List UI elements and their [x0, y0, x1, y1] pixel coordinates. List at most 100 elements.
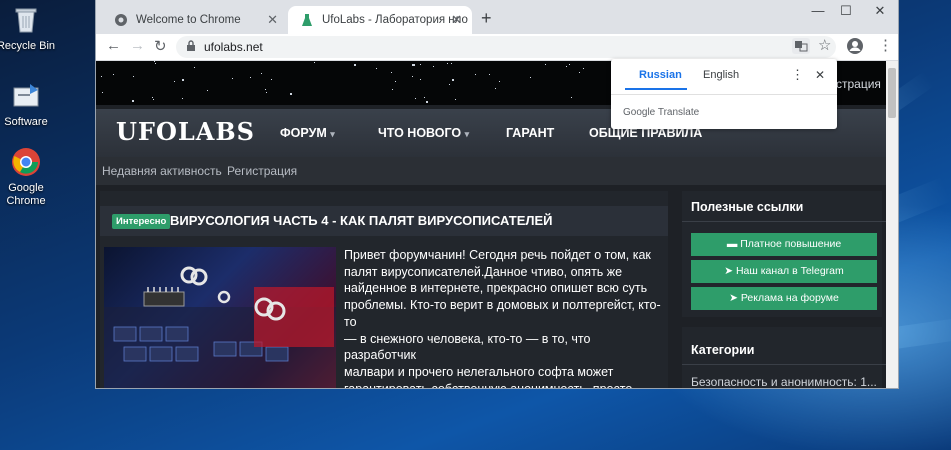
star [250, 77, 251, 78]
nav-label: ЧТО НОВОГО [378, 126, 462, 140]
paid-upgrade-button[interactable]: ▬ Платное повышение [691, 233, 877, 256]
star [101, 76, 102, 77]
nav-guarantee[interactable]: ГАРАНТ [506, 126, 554, 140]
thread-thumbnail[interactable] [104, 247, 336, 388]
telegram-icon: ➤ [729, 292, 738, 304]
star [102, 92, 103, 93]
translate-tab-russian[interactable]: Russian [639, 69, 682, 81]
card-icon: ▬ [726, 238, 738, 250]
back-button[interactable]: ← [106, 37, 121, 54]
browser-menu-button[interactable]: ⋮ [878, 36, 893, 54]
star [449, 84, 450, 85]
close-tab-icon[interactable]: ✕ [267, 12, 278, 28]
star [571, 97, 572, 98]
bookmark-star-icon[interactable]: ☆ [818, 36, 831, 54]
translate-popup: Russian English ⋮ ✕ Google Translate [611, 59, 837, 129]
desktop-icon-software[interactable]: Software [0, 80, 66, 129]
lock-icon[interactable] [186, 40, 196, 55]
site-logo[interactable]: UFOLABS [116, 117, 255, 146]
close-window-button[interactable]: ✕ [860, 0, 898, 22]
star [392, 89, 393, 90]
star [475, 74, 476, 75]
star [133, 76, 134, 77]
chrome-globe-icon [114, 13, 128, 27]
subnav-recent-activity[interactable]: Недавняя активность [102, 164, 222, 178]
software-installer-icon [10, 80, 42, 112]
desktop-icon-label: Google Chrome [6, 182, 46, 207]
reload-button[interactable]: ↻ [154, 37, 167, 55]
star [415, 98, 416, 99]
divider [682, 221, 886, 222]
desktop-icon-recycle-bin[interactable]: Recycle Bin [0, 4, 66, 53]
nav-whats-new[interactable]: ЧТО НОВОГО ▾ [378, 126, 469, 140]
star [174, 81, 175, 82]
star [391, 72, 392, 73]
tab-ufolabs[interactable]: UfoLabs - Лаборатория нло ✕ [288, 6, 472, 34]
excerpt-line: палят вирусописателей.Данное чтиво, опят… [344, 264, 623, 279]
chevron-down-icon: ▾ [330, 129, 335, 139]
translate-tab-english[interactable]: English [703, 69, 739, 81]
new-tab-button[interactable]: + [481, 8, 492, 29]
excerpt-line: найденное в интернете, прекрасно опишет … [344, 281, 648, 296]
star [412, 76, 413, 77]
star [420, 79, 421, 80]
star [451, 63, 452, 64]
advertising-button[interactable]: ➤ Реклама на форуме [691, 287, 877, 310]
ufolabs-favicon [300, 13, 314, 27]
thread-title[interactable]: ВИРУСОЛОГИЯ ЧАСТЬ 4 - КАК ПАЛЯТ ВИРУСОПИ… [170, 213, 553, 228]
star [566, 66, 567, 67]
star [579, 72, 580, 73]
site-subnav: Недавняя активность Регистрация [96, 157, 886, 185]
top-right-link[interactable]: страция [836, 77, 881, 91]
star [153, 99, 154, 100]
desktop-icon-label: Software [4, 116, 48, 128]
star [452, 79, 454, 81]
excerpt-line: малвари и прочего нелегального софта мож… [344, 364, 614, 379]
star [376, 68, 377, 69]
star [489, 74, 490, 75]
star [132, 100, 134, 102]
star [155, 63, 156, 64]
scrollbar-thumb[interactable] [888, 68, 896, 118]
star [290, 93, 292, 95]
nav-forum[interactable]: ФОРУМ ▾ [280, 126, 335, 140]
star [433, 66, 434, 67]
google-translate-label: Google Translate [623, 107, 700, 118]
tab-strip: Welcome to Chrome ✕ UfoLabs - Лаборатори… [96, 0, 898, 34]
address-bar[interactable]: ufolabs.net [176, 36, 836, 58]
tab-welcome[interactable]: Welcome to Chrome ✕ [102, 6, 288, 34]
star [314, 62, 315, 63]
star [455, 99, 456, 100]
translate-close-button[interactable]: ✕ [815, 68, 825, 82]
star [271, 79, 272, 80]
star [152, 97, 153, 98]
category-link[interactable]: Безопасность и анонимность: 1... [691, 375, 877, 388]
close-tab-icon[interactable]: ✕ [451, 12, 462, 28]
star [354, 64, 356, 66]
telegram-channel-button[interactable]: ➤ Наш канал в Telegram [691, 260, 877, 283]
category-label: Безопасность и анонимность: [691, 375, 857, 388]
url-text[interactable]: ufolabs.net [204, 40, 263, 54]
browser-window: Welcome to Chrome ✕ UfoLabs - Лаборатори… [96, 0, 898, 388]
subnav-registration[interactable]: Регистрация [227, 164, 297, 178]
telegram-icon: ➤ [724, 265, 734, 277]
thread-excerpt: Привет форумчанин! Сегодня речь пойдет о… [344, 247, 662, 388]
chrome-icon [10, 146, 42, 178]
account-icon[interactable] [846, 37, 864, 59]
translate-icon[interactable] [792, 38, 810, 54]
star [232, 78, 233, 79]
divider [682, 364, 886, 365]
nav-label: ФОРУМ [280, 126, 327, 140]
star [412, 64, 414, 66]
sidebar-gap [682, 317, 886, 327]
tab-title: UfoLabs - Лаборатория нло [322, 14, 468, 26]
button-label: Реклама на форуме [740, 292, 839, 304]
star [261, 73, 262, 74]
star [426, 101, 428, 103]
star [194, 67, 195, 68]
excerpt-line: проблемы. Кто-то верит в домовых и полте… [344, 298, 661, 329]
forward-button[interactable]: → [130, 37, 145, 54]
translate-options-button[interactable]: ⋮ [791, 67, 804, 83]
desktop-icon-google-chrome[interactable]: Google Chrome [0, 146, 66, 208]
browser-toolbar: ← → ↻ ufolabs.net ☆ ⋮ [96, 34, 898, 61]
